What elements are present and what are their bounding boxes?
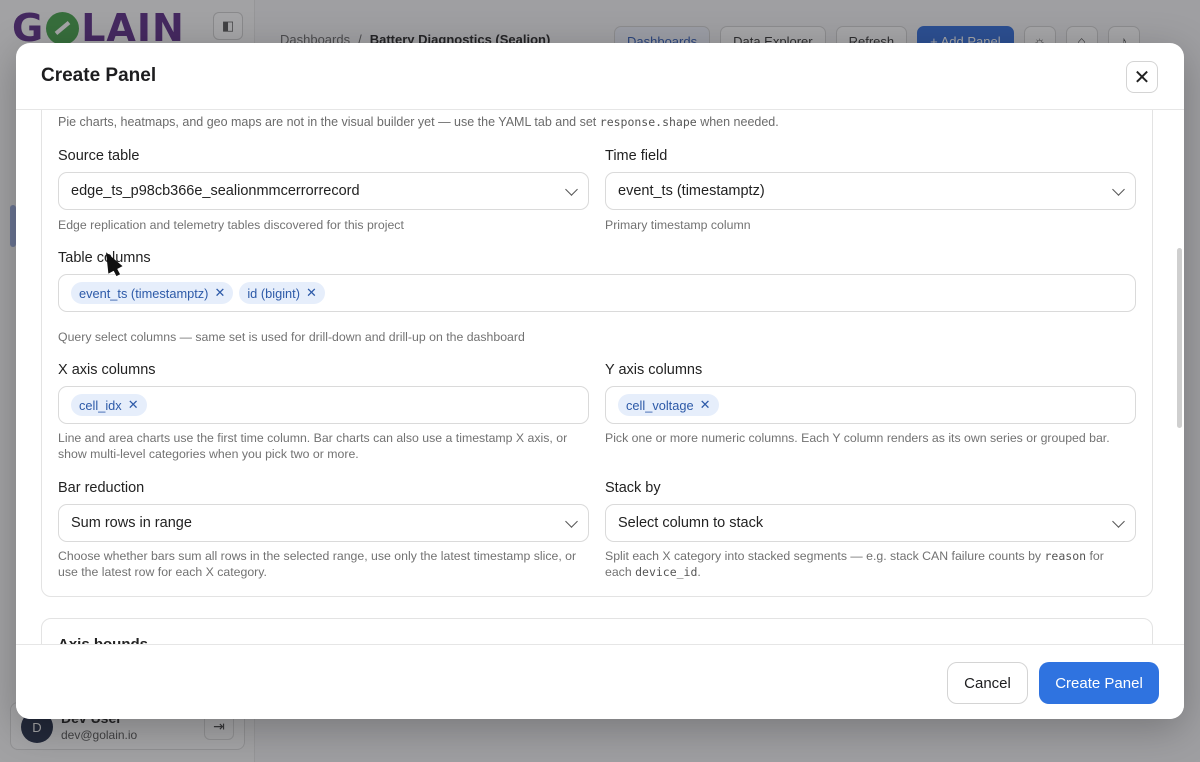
modal-body[interactable]: Pie charts, heatmaps, and geo maps are n… <box>16 110 1184 644</box>
modal-header: Create Panel ✕ <box>16 43 1184 110</box>
modal-scrollbar[interactable] <box>1177 248 1182 428</box>
bar-reduction-select[interactable]: Sum rows in range <box>58 504 589 542</box>
x-axis-label: X axis columns <box>58 362 156 378</box>
stack-by-select[interactable]: Select column to stack <box>605 504 1136 542</box>
chip-id: id (bigint) ✕ <box>239 282 325 304</box>
chip-cell-idx: cell_idx ✕ <box>71 394 147 416</box>
y-axis-help: Pick one or more numeric columns. Each Y… <box>605 431 1110 445</box>
x-icon[interactable]: ✕ <box>128 397 139 413</box>
x-axis-help-line1: Line and area charts use the first time … <box>58 431 568 445</box>
x-icon[interactable]: ✕ <box>306 285 317 301</box>
chip-event-ts: event_ts (timestamptz) ✕ <box>71 282 234 304</box>
create-panel-button[interactable]: Create Panel <box>1039 662 1159 704</box>
time-field-select[interactable]: event_ts (timestamptz) <box>605 172 1136 210</box>
time-field-value: event_ts (timestamptz) <box>618 183 765 199</box>
chip-label: id (bigint) <box>247 285 300 301</box>
stack-by-label: Stack by <box>605 480 661 496</box>
x-axis-multiselect[interactable]: cell_idx ✕ <box>58 386 589 424</box>
chevron-down-icon <box>565 183 578 196</box>
x-axis-help: Line and area charts use the first time … <box>58 430 567 462</box>
time-field-help: Primary timestamp column <box>605 218 751 232</box>
bar-reduction-value: Sum rows in range <box>71 515 192 531</box>
table-columns-multiselect[interactable]: event_ts (timestamptz) ✕ id (bigint) ✕ <box>58 274 1136 312</box>
table-columns-help: Query select columns — same set is used … <box>58 330 525 344</box>
stack-help-b: for <box>1089 549 1104 563</box>
chevron-down-icon <box>565 515 578 528</box>
note-code: response.shape <box>599 115 697 129</box>
x-axis-help-line2: show multi-level categories when you pic… <box>58 447 359 461</box>
bar-reduction-help-line2: use the latest row for each X category. <box>58 565 267 579</box>
source-table-value: edge_ts_p98cb366e_sealionmmcerrorrecord <box>71 183 360 199</box>
chip-label: event_ts (timestamptz) <box>79 285 209 301</box>
chip-label: cell_idx <box>79 397 122 413</box>
note-tail: when needed. <box>700 115 779 129</box>
x-icon[interactable]: ✕ <box>700 397 711 413</box>
source-table-label: Source table <box>58 148 140 164</box>
stack-help-code2: device_id <box>635 565 698 579</box>
time-field-label: Time field <box>605 148 668 164</box>
chip-cell-voltage: cell_voltage ✕ <box>618 394 719 416</box>
axis-bounds-title: Axis bounds <box>58 636 148 644</box>
y-axis-multiselect[interactable]: cell_voltage ✕ <box>605 386 1136 424</box>
axis-bounds-section[interactable]: Axis bounds <box>41 618 1153 644</box>
bar-reduction-help: Choose whether bars sum all rows in the … <box>58 548 576 580</box>
chevron-down-icon <box>1112 515 1125 528</box>
modal-title: Create Panel <box>41 65 157 86</box>
modal-footer: Cancel Create Panel <box>16 644 1184 719</box>
stack-by-placeholder: Select column to stack <box>618 515 764 531</box>
create-panel-modal: Create Panel ✕ Pie charts, heatmaps, and… <box>16 43 1184 719</box>
y-axis-label: Y axis columns <box>605 362 703 378</box>
stack-help-d: . <box>697 565 701 579</box>
note-text: Pie charts, heatmaps, and geo maps are n… <box>58 115 597 129</box>
source-table-help: Edge replication and telemetry tables di… <box>58 218 404 232</box>
chip-label: cell_voltage <box>626 397 694 413</box>
source-table-select[interactable]: edge_ts_p98cb366e_sealionmmcerrorrecord <box>58 172 589 210</box>
stack-help-code1: reason <box>1044 549 1087 563</box>
bar-reduction-label: Bar reduction <box>58 480 145 496</box>
stack-help-a: Split each X category into stacked segme… <box>605 549 1042 563</box>
chevron-down-icon <box>1112 183 1125 196</box>
bar-reduction-help-line1: Choose whether bars sum all rows in the … <box>58 549 577 563</box>
builder-note: Pie charts, heatmaps, and geo maps are n… <box>58 115 779 129</box>
stack-help-c: each <box>605 565 632 579</box>
close-icon[interactable]: ✕ <box>1126 61 1158 93</box>
stack-by-help: Split each X category into stacked segme… <box>605 548 1135 580</box>
x-icon[interactable]: ✕ <box>214 285 225 301</box>
cancel-button[interactable]: Cancel <box>947 662 1028 704</box>
